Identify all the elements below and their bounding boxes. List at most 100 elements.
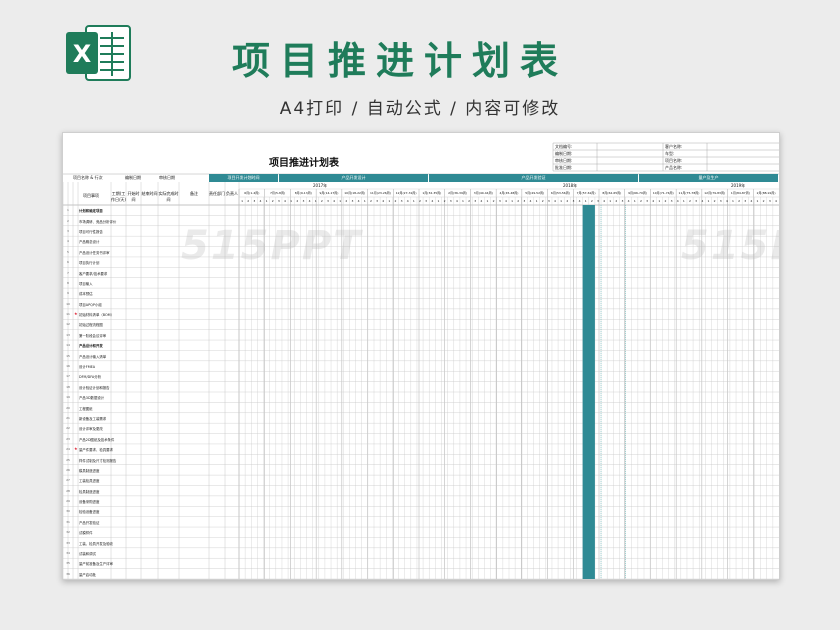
month-label: 2月(88-91周) xyxy=(756,191,776,195)
row-label: 量产前准备及生产评审 xyxy=(79,562,113,567)
month-label: 9月(14-17周) xyxy=(319,191,339,195)
week-number: 4 xyxy=(774,199,777,203)
row-number: 17 xyxy=(66,374,70,379)
month-label: 10月(18-22周) xyxy=(344,191,366,195)
row-number: 33 xyxy=(66,540,70,545)
row-number: 24 xyxy=(66,447,70,452)
row-label: 市场调研、竞品分析评价 xyxy=(79,219,117,224)
row-label: 产品设计和开发 xyxy=(79,344,103,349)
row-label: 第一阶段会议评审 xyxy=(79,333,107,338)
row-label: 检具制造进度 xyxy=(79,489,100,494)
row-label: 检验设备进度 xyxy=(79,510,100,515)
phase-band-label: 项目开发计划时间 xyxy=(227,175,260,180)
excel-logo-letter: X xyxy=(73,40,92,68)
info-label-right: 车型: xyxy=(665,151,675,156)
month-label: 5月(49-52周) xyxy=(525,191,545,195)
row-number: 28 xyxy=(66,488,70,493)
watermark-right: 515PPT xyxy=(681,223,779,269)
month-label: 6月(53-56周) xyxy=(550,191,570,195)
row-label: 产品3D数据设计 xyxy=(79,396,105,401)
row-number: 23 xyxy=(66,436,70,441)
row-label: 产品设计输入清单 xyxy=(79,354,107,359)
row-label: 项目可行性报告 xyxy=(79,229,103,234)
col-header: 备注 xyxy=(190,191,198,196)
row-label: 项目执行计划 xyxy=(79,261,100,266)
row-number: 14 xyxy=(66,343,70,348)
row-number: 11 xyxy=(66,312,70,317)
row-number: 1 xyxy=(67,208,69,213)
month-label: 11月(23-26周) xyxy=(369,191,391,195)
month-label: 6月(1-4周) xyxy=(244,191,260,195)
row-number: 34 xyxy=(66,551,70,556)
month-label: 10月(71-74周) xyxy=(652,191,674,195)
row-number: 9 xyxy=(67,291,69,296)
row-number: 32 xyxy=(66,530,70,535)
row-label: 量产件要求、检具要求 xyxy=(79,448,113,453)
col-header: 负责人 xyxy=(226,191,238,196)
info-label-left: 编制日期: xyxy=(555,151,573,156)
top-left-label: 项目名称 & 行次 xyxy=(73,175,103,180)
row-number: 13 xyxy=(66,332,70,337)
info-label-left: 文档编号: xyxy=(555,144,573,149)
row-label: 项目输入 xyxy=(79,281,93,286)
row-label: 成本预估 xyxy=(79,292,93,297)
spreadsheet-preview: 项目推进计划表 515PPT 515PPT 文档编号:客户名称:编制日期:车型:… xyxy=(62,132,780,580)
row-label: 产品2D图纸及技术条件 xyxy=(79,437,115,442)
month-label: 3月(40-44周) xyxy=(473,191,493,195)
row-label: DFM/DFA分析 xyxy=(79,375,101,380)
year-label: 2019年 xyxy=(731,183,746,188)
row-label: 初始材料清单（BOM） xyxy=(79,313,114,318)
row-label: 产品开发验证 xyxy=(79,520,100,525)
row-number: 31 xyxy=(66,519,70,524)
row-number: 18 xyxy=(66,384,70,389)
month-label: 12月(79-83周) xyxy=(704,191,726,195)
row-number: 20 xyxy=(66,405,70,410)
col-header: 结束时间 xyxy=(141,191,158,196)
month-label: 7月(5-8周) xyxy=(269,191,286,195)
row-label: 量产启动批 xyxy=(79,572,96,577)
row-label: 模具制造进度 xyxy=(79,468,100,473)
info-label-right: 产品名称: xyxy=(665,165,683,170)
phase-band-label: 产品开发设计 xyxy=(341,175,366,180)
row-label: 客户要求/技术要求 xyxy=(79,271,108,276)
month-label: 1月(32-35周) xyxy=(422,191,442,195)
month-label: 7月(57-61周) xyxy=(576,191,596,195)
month-label: 4月(45-48周) xyxy=(499,191,519,195)
col-header: 工期(工作日/天) xyxy=(111,191,126,202)
milestone-star-icon: ★ xyxy=(74,446,78,452)
month-label: 9月(66-70周) xyxy=(628,191,648,195)
row-label: 工装检具进度 xyxy=(79,479,100,484)
row-label: 产品概念设计 xyxy=(79,240,100,245)
row-number: 3 xyxy=(67,228,69,233)
info-label-left: 批准日期: xyxy=(555,165,573,170)
phase-band-label: 量产及生产 xyxy=(698,175,719,180)
info-label-right: 客户名称: xyxy=(665,144,683,149)
row-label: 设备采购进度 xyxy=(79,500,100,505)
row-number: 7 xyxy=(67,270,69,275)
row-label: 设计验证计划和报告 xyxy=(79,385,110,390)
row-label: 初始过程流程图 xyxy=(79,323,103,328)
row-number: 8 xyxy=(67,280,69,285)
row-label: 设计评审及更改 xyxy=(79,427,103,432)
row-number: 29 xyxy=(66,499,70,504)
phase-band-label: 产品开发验证 xyxy=(521,175,546,180)
row-number: 12 xyxy=(66,322,70,327)
row-number: 27 xyxy=(66,478,70,483)
milestone-star-icon: ★ xyxy=(74,311,78,317)
row-label: 设计FMEA xyxy=(79,365,96,370)
row-label: 试装和调试 xyxy=(79,552,96,557)
row-number: 21 xyxy=(66,415,70,420)
row-number: 25 xyxy=(66,457,70,462)
year-label: 2018年 xyxy=(563,183,578,188)
row-number: 10 xyxy=(66,301,70,306)
page-title: 项目推进计划表 xyxy=(232,39,569,83)
row-number: 22 xyxy=(66,426,70,431)
row-label: 项目APQP小组 xyxy=(79,302,102,307)
row-label: 工程图纸 xyxy=(79,406,93,411)
row-label: 产品设计任务书评审 xyxy=(79,250,110,255)
row-number: 15 xyxy=(66,353,70,358)
col-header: 开始时间 xyxy=(127,191,140,202)
row-number: 4 xyxy=(67,239,69,244)
month-label: 1月(84-87周) xyxy=(730,191,750,195)
month-label: 2月(36-39周) xyxy=(448,191,468,195)
